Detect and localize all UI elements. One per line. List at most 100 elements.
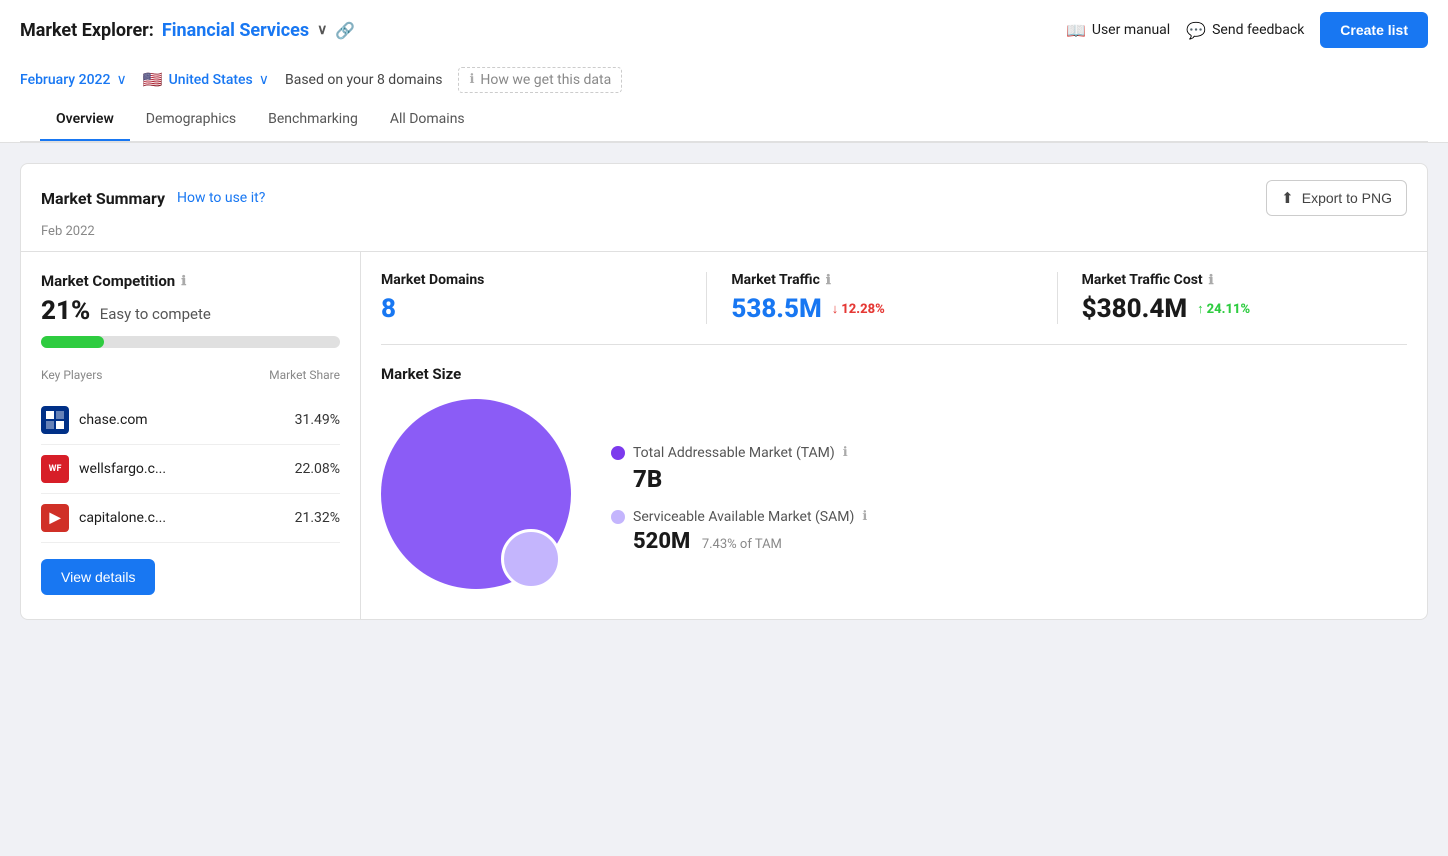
- player-name-wells: wellsfargo.c...: [79, 461, 166, 477]
- title-industry: Financial Services: [162, 20, 309, 41]
- tab-demographics[interactable]: Demographics: [130, 99, 252, 141]
- market-size-info: Total Addressable Market (TAM) ℹ 7B Serv…: [611, 445, 867, 554]
- metric-domains-title: Market Domains: [381, 272, 682, 288]
- market-size-content: Total Addressable Market (TAM) ℹ 7B Serv…: [381, 399, 1407, 599]
- country-label: United States: [169, 72, 253, 88]
- metric-domains: Market Domains 8: [381, 272, 707, 324]
- key-players-header: Key Players Market Share: [41, 368, 340, 386]
- metric-traffic-cost-value: $380.4M 24.11%: [1082, 294, 1383, 324]
- export-icon: ⬆: [1281, 189, 1294, 207]
- left-panel: Market Competition ℹ 21% Easy to compete…: [21, 252, 361, 619]
- metric-traffic-cost-title: Market Traffic Cost ℹ: [1082, 272, 1383, 288]
- right-panel: Market Domains 8 Market Traffic ℹ 538.5M: [361, 252, 1427, 619]
- app-title: Market Explorer: Financial Services ∨ 🔗: [20, 20, 355, 41]
- header-top: Market Explorer: Financial Services ∨ 🔗 …: [20, 12, 1428, 58]
- send-feedback-link[interactable]: 💬 Send feedback: [1186, 21, 1304, 40]
- user-manual-label: User manual: [1092, 22, 1170, 38]
- metric-traffic-cost: Market Traffic Cost ℹ $380.4M 24.11%: [1082, 272, 1407, 324]
- arrow-up-icon: [1197, 301, 1204, 317]
- key-players-col2: Market Share: [269, 368, 340, 382]
- player-share-capital: 21.32%: [295, 510, 340, 526]
- link-icon[interactable]: 🔗: [335, 21, 355, 40]
- player-row: ▶ capitalone.c... 21.32%: [41, 494, 340, 543]
- tab-all-domains[interactable]: All Domains: [374, 99, 481, 141]
- competition-label: Easy to compete: [100, 305, 211, 323]
- card-date: Feb 2022: [21, 224, 1427, 251]
- view-details-button[interactable]: View details: [41, 559, 155, 595]
- how-to-use-link[interactable]: How to use it?: [177, 190, 265, 206]
- card-header: Market Summary How to use it? ⬆ Export t…: [21, 164, 1427, 224]
- title-dropdown-icon[interactable]: ∨: [317, 22, 327, 38]
- date-filter[interactable]: February 2022 ∨: [20, 64, 127, 96]
- player-name-capital: capitalone.c...: [79, 510, 166, 526]
- metric-traffic-info-icon[interactable]: ℹ: [826, 273, 831, 288]
- how-we-label: How we get this data: [480, 72, 611, 88]
- feedback-icon: 💬: [1186, 21, 1206, 40]
- competition-progress-bar: [41, 336, 340, 348]
- sam-info-icon[interactable]: ℹ: [862, 509, 867, 524]
- flag-icon: 🇺🇸: [143, 70, 163, 89]
- player-share-wells: 22.08%: [295, 461, 340, 477]
- card-content: Market Competition ℹ 21% Easy to compete…: [21, 251, 1427, 619]
- player-info-chase: chase.com: [41, 406, 148, 434]
- metric-cost-info-icon[interactable]: ℹ: [1209, 273, 1214, 288]
- tam-row: Total Addressable Market (TAM) ℹ 7B: [611, 445, 867, 493]
- tam-label: Total Addressable Market (TAM) ℹ: [611, 445, 867, 461]
- create-list-button[interactable]: Create list: [1320, 12, 1428, 48]
- arrow-down-icon: [832, 301, 839, 317]
- based-on-text: Based on your 8 domains: [285, 72, 442, 88]
- metric-traffic: Market Traffic ℹ 538.5M 12.28%: [731, 272, 1057, 324]
- tam-dot-icon: [611, 446, 625, 460]
- bubble-chart: [381, 399, 581, 599]
- export-button[interactable]: ⬆ Export to PNG: [1266, 180, 1407, 216]
- competition-pct: 21%: [41, 296, 90, 326]
- tam-info-icon[interactable]: ℹ: [843, 445, 848, 460]
- date-label: February 2022: [20, 72, 110, 88]
- country-dropdown-icon: ∨: [259, 72, 269, 88]
- player-name-chase: chase.com: [79, 412, 148, 428]
- how-we-get-data[interactable]: ℹ How we get this data: [458, 67, 622, 93]
- metric-traffic-title: Market Traffic ℹ: [731, 272, 1032, 288]
- main-content: Market Summary How to use it? ⬆ Export t…: [0, 143, 1448, 640]
- sam-row: Serviceable Available Market (SAM) ℹ 520…: [611, 509, 867, 554]
- sam-bubble: [501, 529, 561, 589]
- send-feedback-label: Send feedback: [1212, 22, 1304, 38]
- metrics-row: Market Domains 8 Market Traffic ℹ 538.5M: [381, 272, 1407, 345]
- sam-dot-icon: [611, 510, 625, 524]
- country-filter[interactable]: 🇺🇸 United States ∨: [143, 62, 269, 97]
- sam-value: 520M 7.43% of TAM: [633, 529, 867, 554]
- user-manual-link[interactable]: 📖 User manual: [1066, 21, 1170, 40]
- wells-logo: WF: [41, 455, 69, 483]
- chase-logo: [41, 406, 69, 434]
- player-info-wells: WF wellsfargo.c...: [41, 455, 166, 483]
- market-size-title: Market Size: [381, 365, 1407, 383]
- header: Market Explorer: Financial Services ∨ 🔗 …: [0, 0, 1448, 143]
- title-static: Market Explorer:: [20, 20, 154, 41]
- tab-benchmarking[interactable]: Benchmarking: [252, 99, 374, 141]
- competition-progress-fill: [41, 336, 104, 348]
- key-players-col1: Key Players: [41, 368, 102, 382]
- metric-traffic-value: 538.5M 12.28%: [731, 294, 1032, 324]
- metric-domains-value: 8: [381, 294, 682, 324]
- player-row: WF wellsfargo.c... 22.08%: [41, 445, 340, 494]
- tabs: Overview Demographics Benchmarking All D…: [20, 99, 1428, 142]
- book-icon: 📖: [1066, 21, 1086, 40]
- tab-overview[interactable]: Overview: [40, 99, 130, 141]
- tam-value: 7B: [633, 465, 867, 493]
- competition-title: Market Competition ℹ: [41, 272, 340, 290]
- sam-pct: 7.43% of TAM: [702, 537, 782, 552]
- date-dropdown-icon: ∨: [116, 72, 126, 88]
- player-row: chase.com 31.49%: [41, 396, 340, 445]
- player-share-chase: 31.49%: [295, 412, 340, 428]
- card-title-group: Market Summary How to use it?: [41, 189, 265, 208]
- metric-cost-change: 24.11%: [1197, 301, 1250, 317]
- market-summary-card: Market Summary How to use it? ⬆ Export t…: [20, 163, 1428, 620]
- sam-label: Serviceable Available Market (SAM) ℹ: [611, 509, 867, 525]
- capital-logo: ▶: [41, 504, 69, 532]
- header-sub: February 2022 ∨ 🇺🇸 United States ∨ Based…: [20, 58, 1428, 97]
- competition-info-icon[interactable]: ℹ: [181, 274, 186, 289]
- info-icon-filter: ℹ: [469, 72, 474, 87]
- header-right: 📖 User manual 💬 Send feedback Create lis…: [1066, 12, 1428, 48]
- metric-traffic-change: 12.28%: [832, 301, 885, 317]
- player-info-capital: ▶ capitalone.c...: [41, 504, 166, 532]
